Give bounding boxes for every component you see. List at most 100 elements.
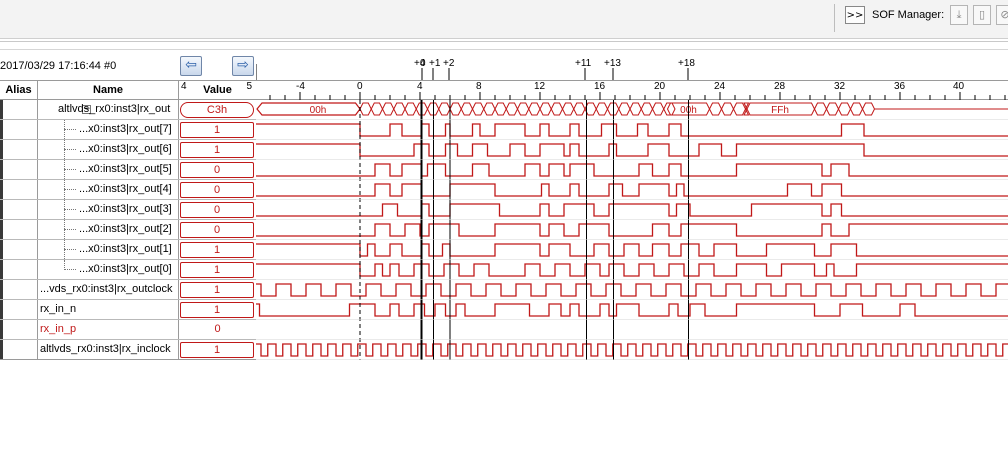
signal-row[interactable]: altlvds_rx0:inst3|rx_inclock 1	[0, 340, 256, 360]
tick-label: 32	[834, 81, 846, 92]
clock-waveform	[256, 343, 1008, 357]
bus-segment	[256, 102, 361, 116]
bus-segment	[449, 102, 462, 116]
bus-segment	[460, 102, 474, 116]
signal-value: 0	[180, 202, 254, 218]
tick-label: 8	[476, 81, 482, 92]
signal-row[interactable]: ...x0:inst3|rx_out[1] 1	[0, 240, 256, 260]
tick-label: 28	[774, 81, 786, 92]
bus-segment	[837, 102, 852, 116]
signal-name-cell[interactable]: ...x0:inst3|rx_out[3]	[38, 200, 179, 219]
signal-row[interactable]: ...x0:inst3|rx_out[2] 0	[0, 220, 256, 240]
bus-segment	[539, 102, 552, 116]
signal-name-cell[interactable]: rx_in_n	[38, 300, 179, 319]
tick-label: 36	[894, 81, 906, 92]
bus-segment	[381, 102, 395, 116]
signal-value: 0	[180, 162, 254, 178]
bus-segment	[743, 102, 750, 116]
signal-name-cell[interactable]: ...x0:inst3|rx_out[1]	[38, 240, 179, 259]
bus-segment	[528, 102, 541, 116]
bus-segment	[861, 102, 876, 116]
bus-segment	[629, 102, 642, 116]
tick-label: 4	[417, 81, 423, 92]
signal-name-cell[interactable]: altlvds_rx0:inst3|rx_inclock	[38, 340, 179, 359]
bus-segment	[483, 102, 496, 116]
bit-waveform	[256, 223, 1008, 237]
bit-waveform	[256, 123, 1008, 137]
signal-name-cell[interactable]: − altlvds_rx0:inst3|rx_out	[38, 100, 179, 119]
bus-segment	[404, 102, 417, 116]
bit-waveform	[256, 143, 1008, 157]
signal-name-cell[interactable]: ...vds_rx0:inst3|rx_outclock	[38, 280, 179, 299]
signal-row[interactable]: rx_in_n 1	[0, 300, 256, 320]
divider	[0, 359, 256, 360]
alias-column-header[interactable]: Alias	[0, 81, 38, 100]
tick-label: 0	[357, 81, 363, 92]
arrow-right-icon: ⇨	[237, 57, 249, 73]
bus-segment	[516, 102, 530, 116]
bus-segment	[640, 102, 654, 116]
value-header-label: Value	[203, 84, 232, 96]
sof-manager-label: SOF Manager:	[872, 9, 945, 21]
signal-row[interactable]: ...x0:inst3|rx_out[5] 0	[0, 160, 256, 180]
signal-value: 1	[180, 122, 254, 138]
bus-segment	[471, 102, 485, 116]
signal-row[interactable]: − altlvds_rx0:inst3|rx_out C3h	[0, 100, 256, 120]
arrow-left-icon: ⇦	[185, 57, 197, 73]
bus-segment	[720, 102, 735, 116]
toolbar: >> SOF Manager: ⤓ ▯ ⊘	[0, 0, 1008, 39]
bus-segment	[505, 102, 519, 116]
tick-label: 20	[654, 81, 666, 92]
bus-segment	[359, 102, 372, 116]
signal-row[interactable]: ...x0:inst3|rx_out[3] 0	[0, 200, 256, 220]
bit-waveform	[256, 203, 1008, 217]
bit-waveform	[256, 263, 1008, 277]
signal-name-cell[interactable]: ...x0:inst3|rx_out[4]	[38, 180, 179, 199]
time-ruler[interactable]: -4 0 4 8 12 16 20 24 28 32 36 40	[256, 80, 1008, 100]
file-icon[interactable]: ▯	[973, 5, 991, 25]
signal-row[interactable]: ...x0:inst3|rx_out[6] 1	[0, 140, 256, 160]
signal-name-cell[interactable]: ...x0:inst3|rx_out[2]	[38, 220, 179, 239]
signal-name-cell[interactable]: ...x0:inst3|rx_out[7]	[38, 120, 179, 139]
divider	[0, 49, 1008, 50]
signal-name-cell[interactable]: ...x0:inst3|rx_out[6]	[38, 140, 179, 159]
signal-value: 1	[180, 262, 254, 278]
bus-segment	[370, 102, 384, 116]
tick-label: 12	[534, 81, 546, 92]
signal-name-cell[interactable]: ...x0:inst3|rx_out[5]	[38, 160, 179, 179]
next-transition-button[interactable]: ⇨	[232, 56, 254, 76]
capture-timestamp: 2017/03/29 17:16:44 #0	[0, 60, 117, 72]
bit-waveform	[256, 183, 1008, 197]
expand-toolbar-button[interactable]: >>	[845, 6, 865, 24]
clock-waveform	[256, 283, 1008, 297]
bus-segment	[494, 102, 507, 116]
signal-row[interactable]: rx_in_p 0	[0, 320, 256, 340]
value-column-header[interactable]: 4 Value 5	[179, 81, 256, 100]
signal-row[interactable]: ...x0:inst3|rx_out[7] 1	[0, 120, 256, 140]
stop-icon[interactable]: ⊘	[996, 5, 1008, 25]
bus-segment	[813, 102, 828, 116]
name-column-header[interactable]: Name	[38, 81, 179, 100]
bus-segment	[708, 102, 723, 116]
waveform-canvas[interactable]: 00h 00h FFh	[256, 100, 1008, 360]
bus-value-label: 00h	[310, 105, 327, 116]
download-icon[interactable]: ⤓	[950, 5, 968, 25]
signal-name-cell[interactable]: rx_in_p	[38, 320, 179, 339]
bus-segment	[651, 102, 665, 116]
signal-name-cell[interactable]: ...x0:inst3|rx_out[0]	[38, 260, 179, 279]
bus-segment	[732, 102, 747, 116]
bus-segment	[550, 102, 564, 116]
data-waveform	[256, 303, 1008, 317]
bus-segment	[438, 102, 451, 116]
bus-segment	[561, 102, 575, 116]
tick-label: -4	[296, 81, 305, 92]
signal-row[interactable]: ...x0:inst3|rx_out[0] 1	[0, 260, 256, 280]
previous-transition-button[interactable]: ⇦	[180, 56, 202, 76]
signal-row[interactable]: ...x0:inst3|rx_out[4] 0	[0, 180, 256, 200]
marker-ruler[interactable]: +4 0 +1 +2 +11 +13 +18	[256, 56, 1008, 80]
tick-label: 24	[714, 81, 726, 92]
signal-row[interactable]: ...vds_rx0:inst3|rx_outclock 1	[0, 280, 256, 300]
bus-segment	[618, 102, 631, 116]
signal-value: 0	[180, 222, 254, 238]
value-right-marker: 5	[246, 81, 252, 92]
